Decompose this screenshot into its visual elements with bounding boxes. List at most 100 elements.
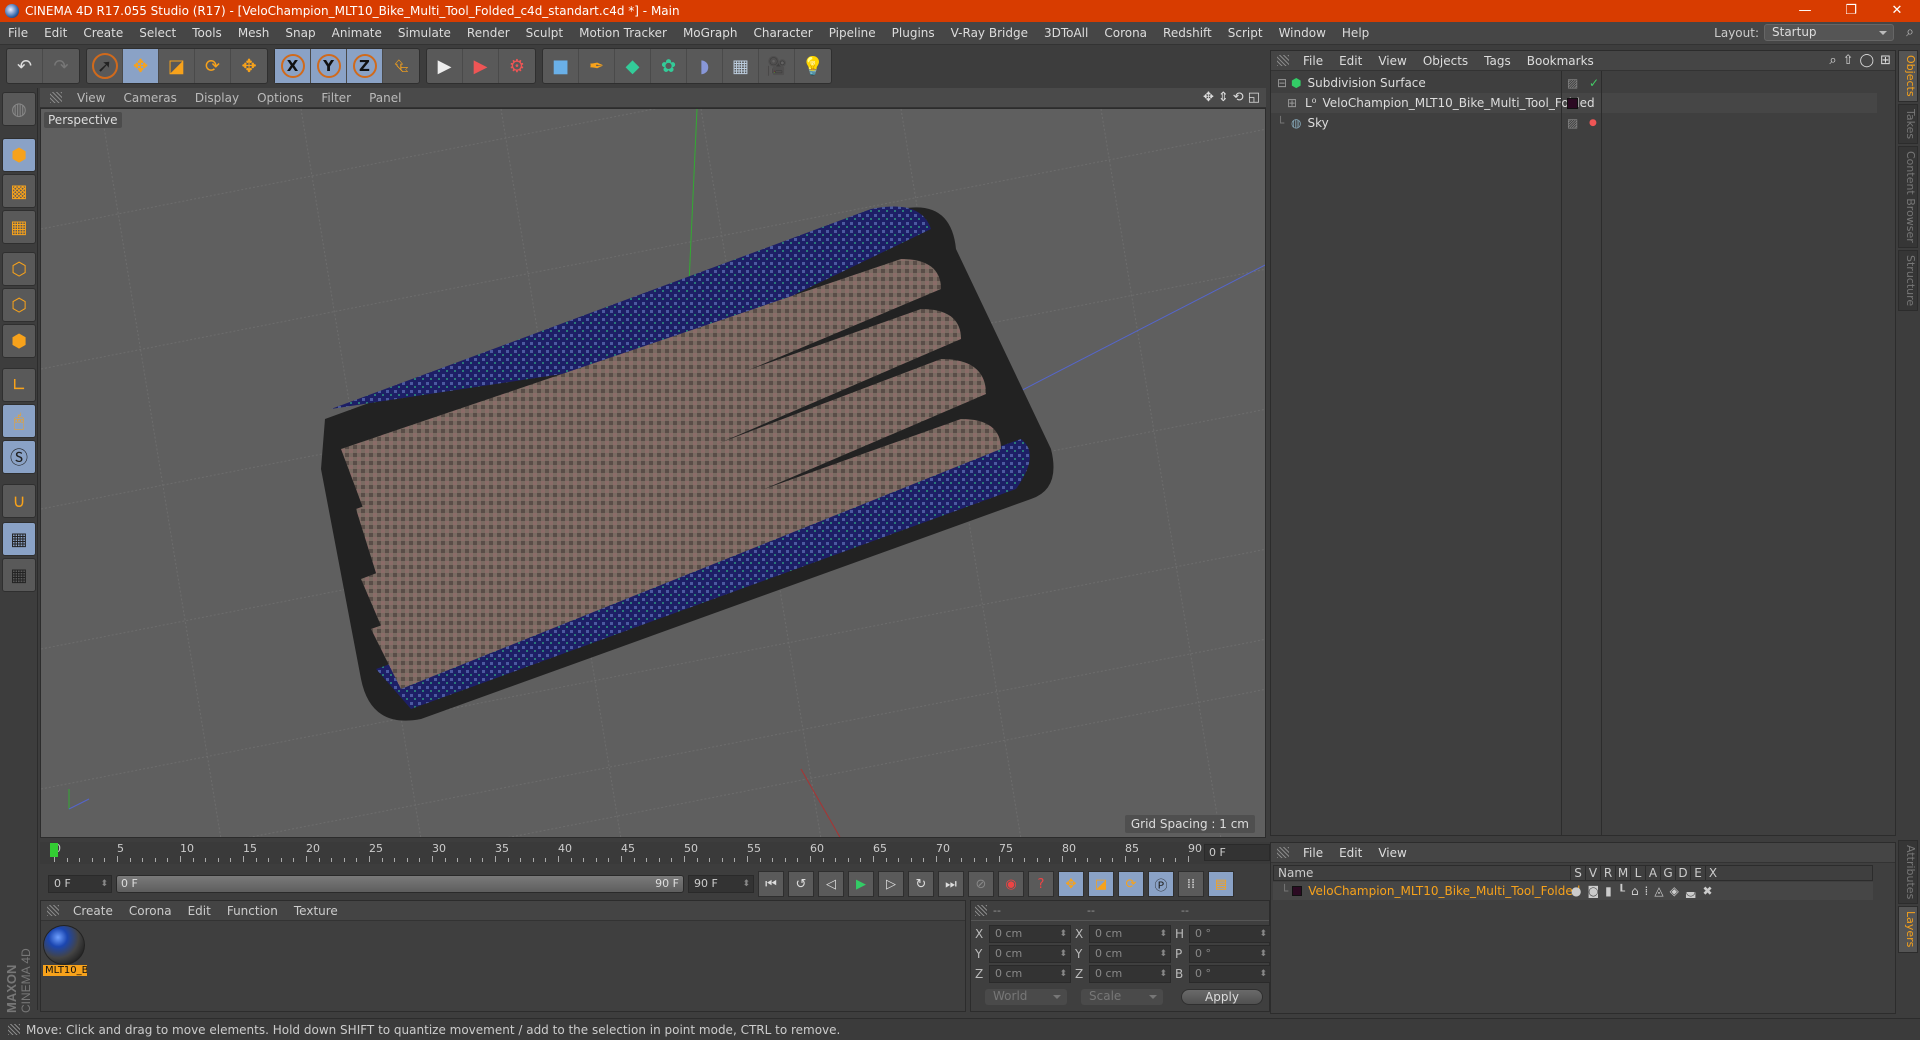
multi-tool-model[interactable] — [321, 206, 1054, 721]
polygons-mode-button[interactable]: ⬢ — [2, 324, 36, 358]
viewport-menu-cameras[interactable]: Cameras — [114, 91, 185, 105]
tab-content-browser[interactable]: Content Browser — [1898, 145, 1918, 248]
viewport-menu-display[interactable]: Display — [186, 91, 248, 105]
cloner-button[interactable]: ✿ — [651, 49, 687, 83]
viewport-menu-view[interactable]: View — [68, 91, 114, 105]
make-editable-button[interactable]: ◍ — [2, 92, 36, 126]
menu-file[interactable]: File — [0, 26, 36, 40]
column-header-a[interactable]: A — [1645, 866, 1660, 880]
coordinate-system-button[interactable]: ⮴ — [383, 49, 419, 83]
live-selection-button[interactable]: ➚ — [87, 49, 123, 83]
menu-motion-tracker[interactable]: Motion Tracker — [571, 26, 675, 40]
timeline-scheme-button[interactable]: ▤ — [1208, 871, 1234, 897]
column-header-e[interactable]: E — [1690, 866, 1705, 880]
collapse-icon[interactable]: ⊟ — [1277, 76, 1291, 90]
editor-visibility-icon[interactable]: ▨ — [1567, 76, 1578, 90]
render-view-button[interactable]: ▶ — [427, 49, 463, 83]
goto-start-button[interactable]: ⏮ — [758, 871, 784, 897]
rotate-button[interactable]: ⟳ — [195, 49, 231, 83]
tweak-mode-button[interactable]: 🖱 — [2, 404, 36, 438]
material-menu-corona[interactable]: Corona — [121, 904, 180, 918]
object-row[interactable]: ⊞ L⁰ VeloChampion_MLT10_Bike_Multi_Tool_… — [1271, 93, 1877, 113]
points-mode-button[interactable]: ⬡ — [2, 252, 36, 286]
light-button[interactable]: 💡 — [795, 49, 831, 83]
search-icon[interactable]: ⌕ — [1906, 24, 1914, 40]
size-y-field[interactable]: 0 cm — [1089, 945, 1171, 963]
keyframe-selection-button[interactable]: ? — [1028, 871, 1054, 897]
key-parameter-button[interactable]: Ⓟ — [1148, 871, 1174, 897]
size-z-field[interactable]: 0 cm — [1089, 965, 1171, 983]
object-row[interactable]: └ ◍ Sky ▨ ● — [1271, 113, 1877, 133]
goto-end-button[interactable]: ⏭ — [938, 871, 964, 897]
y-axis-lock-button[interactable]: Y — [311, 49, 347, 83]
coordinate-mode-dropdown[interactable]: World — [985, 989, 1067, 1005]
apply-button[interactable]: Apply — [1181, 989, 1263, 1005]
object-menu-bookmarks[interactable]: Bookmarks — [1519, 54, 1602, 68]
enabled-check-icon[interactable]: ✓ — [1589, 76, 1599, 90]
next-frame-button[interactable]: ▷ — [878, 871, 904, 897]
tab-attributes[interactable]: Attributes — [1898, 840, 1918, 905]
object-menu-view[interactable]: View — [1370, 54, 1414, 68]
new-window-icon[interactable]: ⊞ — [1880, 53, 1891, 68]
rotate-view-icon[interactable]: ⟲ — [1233, 90, 1244, 105]
cube-object-button[interactable]: ■ — [543, 49, 579, 83]
prev-frame-button[interactable]: ◁ — [818, 871, 844, 897]
column-header-l[interactable]: L — [1630, 866, 1645, 880]
menu-edit[interactable]: Edit — [36, 26, 75, 40]
zoom-view-icon[interactable]: ⇕ — [1218, 90, 1229, 105]
pen-spline-button[interactable]: ✒ — [579, 49, 615, 83]
editor-visibility-icon[interactable]: ▨ — [1567, 116, 1578, 130]
position-y-field[interactable]: 0 cm — [989, 945, 1071, 963]
edges-mode-button[interactable]: ⬡ — [2, 288, 36, 322]
column-header-v[interactable]: V — [1585, 866, 1600, 880]
object-menu-file[interactable]: File — [1295, 54, 1331, 68]
deformer-button[interactable]: ◗ — [687, 49, 723, 83]
z-axis-lock-button[interactable]: Z — [347, 49, 383, 83]
close-button[interactable]: ✕ — [1874, 0, 1920, 22]
3d-viewport[interactable]: Perspective Grid Spacing : 1 cm — [40, 108, 1266, 838]
render-off-dot-icon[interactable]: ● — [1589, 118, 1597, 128]
layer-menu-view[interactable]: View — [1370, 846, 1414, 860]
menu-corona[interactable]: Corona — [1096, 26, 1155, 40]
play-button[interactable]: ▶ — [848, 871, 874, 897]
object-menu-tags[interactable]: Tags — [1476, 54, 1519, 68]
menu-simulate[interactable]: Simulate — [390, 26, 459, 40]
axis-mode-button[interactable]: ∟ — [2, 368, 36, 402]
key-rotation-button[interactable]: ⟳ — [1118, 871, 1144, 897]
autokey-button[interactable]: ◉ — [998, 871, 1024, 897]
pan-view-icon[interactable]: ✥ — [1203, 90, 1214, 105]
rotation-b-field[interactable]: 0 ° — [1189, 965, 1271, 983]
frame-range-slider[interactable]: 0 F 90 F — [116, 875, 684, 893]
eye-icon[interactable]: ◯ — [1860, 53, 1875, 68]
menu-select[interactable]: Select — [131, 26, 184, 40]
workplane-lock-button[interactable]: ▦ — [2, 522, 36, 556]
column-header-g[interactable]: G — [1660, 866, 1675, 880]
goto-prev-key-button[interactable]: ↺ — [788, 871, 814, 897]
position-x-field[interactable]: 0 cm — [989, 925, 1071, 943]
layer-color-swatch[interactable] — [1567, 98, 1578, 109]
material-menu-texture[interactable]: Texture — [286, 904, 346, 918]
material-thumbnail[interactable]: MLT10_Bike — [43, 925, 87, 983]
undo-button[interactable]: ↶ — [7, 49, 43, 83]
menu-mesh[interactable]: Mesh — [230, 26, 278, 40]
redo-button[interactable]: ↷ — [43, 49, 79, 83]
layer-color-swatch[interactable] — [1292, 886, 1303, 896]
material-menu-function[interactable]: Function — [219, 904, 286, 918]
menu-sculpt[interactable]: Sculpt — [518, 26, 571, 40]
viewport-menu-options[interactable]: Options — [248, 91, 312, 105]
tab-takes[interactable]: Takes — [1898, 103, 1918, 144]
key-position-button[interactable]: ✥ — [1058, 871, 1084, 897]
object-menu-objects[interactable]: Objects — [1415, 54, 1476, 68]
search-icon[interactable]: ⌕ — [1829, 53, 1836, 68]
camera-label[interactable]: Perspective — [44, 112, 122, 128]
object-menu-edit[interactable]: Edit — [1331, 54, 1370, 68]
transform-button[interactable]: ✥ — [231, 49, 267, 83]
tab-structure[interactable]: Structure — [1898, 249, 1918, 311]
minimize-button[interactable]: — — [1782, 0, 1828, 22]
object-row[interactable]: ⊟ ⬢ Subdivision Surface ▨ ✓ — [1271, 73, 1877, 93]
tab-layers[interactable]: Layers — [1898, 906, 1918, 953]
column-header-r[interactable]: R — [1600, 866, 1615, 880]
magnet-button[interactable]: ∪ — [2, 484, 36, 518]
render-settings-button[interactable]: ⚙ — [499, 49, 535, 83]
render-picture-viewer-button[interactable]: ▶ — [463, 49, 499, 83]
